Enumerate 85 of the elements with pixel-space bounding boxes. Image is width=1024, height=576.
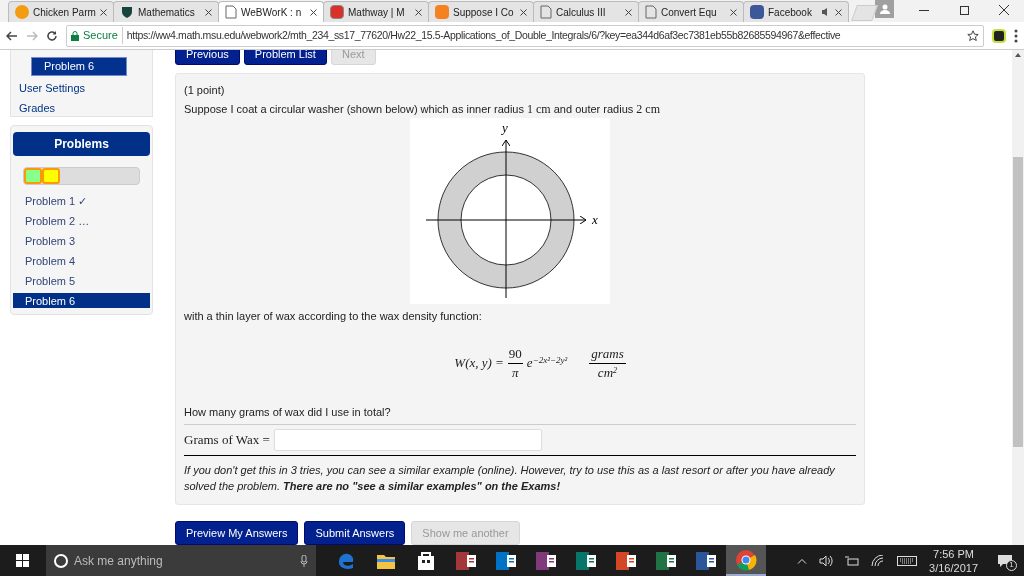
description-text: with a thin layer of wax according to the wax density function: [184,309,483,324]
bag-icon[interactable] [417,550,435,571]
app-tile-icon[interactable] [656,551,676,570]
clock[interactable]: 7:56 PM 3/16/2017 [929,546,978,575]
x-axis-label: x [592,212,598,227]
browser-tab[interactable]: Mathematics [113,1,219,22]
problem-link[interactable]: Problem 3 [13,233,150,248]
answer-field[interactable] [273,429,542,451]
page-icon [540,5,552,19]
close-icon[interactable] [415,8,422,16]
close-icon[interactable] [520,8,527,16]
search-field[interactable]: Ask me anything [46,545,316,576]
app-tile-icon[interactable] [576,551,596,570]
battery-icon[interactable] [845,555,860,566]
close-icon[interactable] [625,8,632,16]
question-text: How many grams of wax did I use in total? [184,403,856,425]
question-text: Suppose I coat a circular washer (shown below) which as inner radius 1 cm and outer radius 2 cm [184,101,661,118]
problems-heading: Problems [13,132,150,156]
tab-title: Convert Equ [661,5,718,20]
tab-title: Mathway | M [348,5,406,20]
scrollbar[interactable] [1012,50,1024,545]
tab-title: Calculus III [556,5,607,20]
wifi-icon[interactable] [871,554,886,567]
tab-title: Chicken Parm [33,5,96,20]
sidebar-link[interactable]: User Settings [19,79,86,96]
person-icon [879,4,890,14]
browser-tab[interactable]: Calculus III [533,1,639,22]
microphone-icon [300,554,308,567]
close-icon[interactable] [100,8,107,16]
notifications-button[interactable]: 1 [990,550,1020,571]
app-tile-icon[interactable] [536,551,556,570]
url-text: https://ww4.math.msu.edu/webwork2/mth_234_ss17_77620/Hw22_15.5-Applications_of_Double_Integrals/6/?key=ea344d6af3ec7381eb55b82685594967&effective [126,27,841,43]
lock-icon [71,30,79,41]
chrome-logo-icon[interactable] [735,548,757,571]
browser-tab[interactable]: Mathway | M [323,1,429,22]
tab-title: WeBWorK : n [241,5,303,20]
profile-button[interactable] [875,0,894,18]
browser-tab[interactable]: Facebook [743,1,849,22]
problem-link[interactable]: Problem 4 [13,253,150,268]
nav-button[interactable]: Problem List [243,50,327,65]
star-icon[interactable] [967,29,979,42]
browser-tab[interactable]: WeBWorK : n [218,1,324,22]
cortana-icon [54,553,68,568]
y-axis-label: y [502,120,508,135]
speaker-icon[interactable] [819,554,834,567]
action-button[interactable]: Preview My Answers [175,521,299,545]
scroll-up-icon[interactable] [1015,53,1021,57]
tab-title: Facebook [768,5,813,20]
scrollbar-thumb[interactable] [1013,157,1023,447]
sidebar-link[interactable]: Grades [19,100,56,117]
action-button[interactable]: Submit Answers [304,521,406,545]
problem-link[interactable]: Problem 2 … [13,213,150,228]
extension-icon[interactable] [992,28,1006,43]
app-tile-icon[interactable] [496,551,516,570]
current-problem-button[interactable]: Problem 6 [31,57,127,76]
shield-icon [120,5,134,19]
nav-button[interactable]: Previous [175,50,240,65]
close-icon[interactable] [730,8,737,16]
close-icon[interactable] [205,8,212,16]
menu-icon[interactable] [1014,28,1018,43]
note-text: If you don't get this in 3 tries, you can see a similar example (online). However, try to use this as a last resort or after you have already solved the problem. There are no "see a similar examples" on the Exams! [184,463,836,494]
close-icon[interactable] [310,8,317,16]
app-tile-icon[interactable] [456,551,476,570]
address-field[interactable]: Secure https://ww4.math.msu.edu/webwork2/mth_234_ss17_77620/Hw22_15.5-Applications_of_Double_Integrals/6/?key=ea344d6af3ec7381eb55b82685594967&effective [66,24,984,47]
points-text: (1 point) [184,82,226,98]
tab-title: Mathematics [138,5,196,20]
caret-icon[interactable] [797,557,808,564]
problem-link[interactable]: Problem 5 [13,273,150,288]
page-icon [645,5,657,19]
app-tile-icon[interactable] [616,551,636,570]
problem-link[interactable]: Problem 1 ✓ [13,193,150,208]
back-icon[interactable] [6,30,18,41]
browser-tab[interactable]: Chicken Parm [8,1,114,22]
close-icon[interactable] [835,8,842,16]
page-icon [225,5,237,19]
notification-count: 1 [1006,559,1017,571]
problem-link[interactable]: Problem 6 [13,293,150,308]
answer-label: Grams of Wax = [184,431,270,450]
browser-tab[interactable]: Convert Equ [638,1,744,22]
app-tile-icon[interactable] [696,551,716,570]
browser-tab[interactable]: Suppose I Co [428,1,534,22]
tab-title: Suppose I Co [453,5,515,20]
reload-icon[interactable] [46,29,58,42]
keyboard-icon[interactable] [897,555,918,566]
secure-label: Secure [83,27,123,44]
